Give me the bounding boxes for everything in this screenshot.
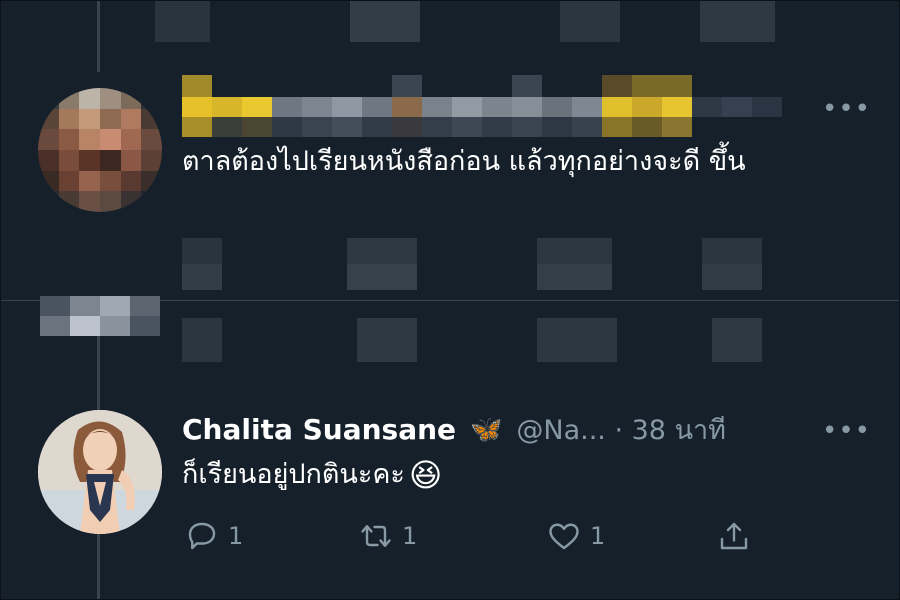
share-button[interactable] <box>716 518 752 554</box>
reply-text: ตาลต้องไปเรียนหนังสือก่อน แล้วทุกอย่างจะ… <box>182 146 746 177</box>
censored-actions-middle <box>182 318 762 362</box>
thread-line-top <box>97 0 100 72</box>
censored-avatar <box>38 88 162 212</box>
like-count: 1 <box>590 522 606 550</box>
censored-name <box>182 75 782 137</box>
tweet-more-icon[interactable]: ••• <box>822 418 871 444</box>
butterfly-icon: 🦋 <box>470 414 503 445</box>
display-name[interactable]: Chalita Suansane <box>182 413 456 446</box>
reply-button[interactable]: 1 <box>184 518 356 554</box>
handle-and-time[interactable]: @Na... · 38 นาที <box>516 408 726 451</box>
like-button[interactable]: 1 <box>546 518 716 554</box>
laughing-emoji-icon: 😆 <box>408 456 443 494</box>
retweet-button[interactable]: 1 <box>356 518 546 554</box>
censored-header-strip <box>40 296 160 336</box>
share-icon <box>720 522 748 550</box>
censored-actions-reply <box>182 238 762 290</box>
tweet-actions: 1 1 1 <box>184 518 752 554</box>
user-avatar[interactable] <box>38 410 162 534</box>
tweet-header: Chalita Suansane 🦋 @Na... · 38 นาที <box>182 408 726 451</box>
avatar-portrait-icon <box>38 410 162 534</box>
retweet-icon <box>361 525 391 547</box>
heart-icon <box>549 523 579 550</box>
tweet-text-body: ก็เรียนอยู่ปกตินะคะ <box>182 459 405 490</box>
reply-more-icon[interactable]: ••• <box>822 96 871 122</box>
reply-icon <box>188 522 216 550</box>
reply-count: 1 <box>228 522 244 550</box>
censored-actions-top <box>155 0 775 42</box>
retweet-count: 1 <box>402 522 418 550</box>
tweet-text: ก็เรียนอยู่ปกตินะคะ 😆 <box>182 456 442 494</box>
